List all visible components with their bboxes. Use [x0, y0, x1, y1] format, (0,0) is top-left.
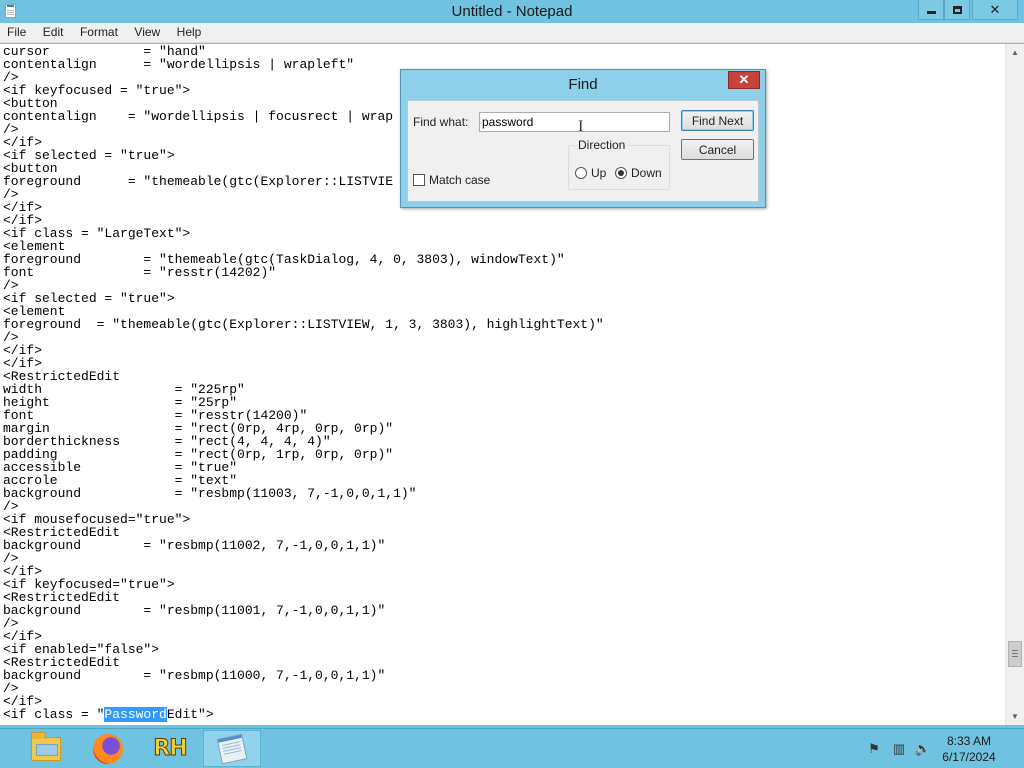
last-line-prefix: <if class = ": [3, 707, 105, 722]
taskbar-firefox[interactable]: [79, 730, 137, 767]
system-clock[interactable]: 8:33 AM 6/17/2024: [934, 733, 1004, 765]
find-dialog: Find ✕ Find what: Find Next Cancel Direc…: [400, 69, 766, 208]
taskbar: RH ⚑ ▥ 🔈 8:33 AM 6/17/2024: [0, 728, 1024, 768]
action-center-flag-icon[interactable]: ⚑: [864, 729, 884, 768]
rh-app-icon: RH: [153, 736, 188, 762]
maximize-button[interactable]: [944, 0, 970, 20]
close-icon: ✕: [989, 1, 1001, 17]
find-what-input[interactable]: [479, 112, 670, 132]
taskbar-rh-app[interactable]: RH: [141, 730, 199, 767]
find-dialog-body: Find what: Find Next Cancel Direction Up…: [407, 100, 759, 202]
text-cursor-icon: I: [578, 118, 584, 135]
menu-help[interactable]: Help: [177, 23, 202, 39]
selected-text: Password: [104, 707, 167, 722]
firefox-icon: [93, 733, 123, 764]
scroll-up-arrow-icon[interactable]: ▲: [1006, 44, 1024, 61]
vertical-scrollbar[interactable]: ▲ ▼: [1005, 44, 1024, 725]
clock-date: 6/17/2024: [942, 750, 996, 764]
taskbar-file-explorer[interactable]: [17, 730, 75, 767]
direction-down-radio[interactable]: [615, 167, 627, 179]
clock-time: 8:33 AM: [946, 734, 992, 748]
menu-edit[interactable]: Edit: [43, 23, 64, 39]
direction-up-radio[interactable]: [575, 167, 587, 179]
restore-icon: [952, 5, 962, 14]
menu-format[interactable]: Format: [80, 23, 118, 39]
find-dialog-title: Find: [568, 76, 598, 93]
match-case-label[interactable]: Match case: [429, 173, 490, 187]
taskbar-notepad[interactable]: [203, 730, 261, 767]
caption-buttons: ✕: [918, 0, 1018, 20]
direction-group: Direction Up Down: [568, 138, 670, 190]
window-title: Untitled - Notepad: [451, 3, 573, 20]
find-next-button[interactable]: Find Next: [681, 110, 754, 131]
direction-up-label[interactable]: Up: [591, 166, 606, 180]
direction-down-label[interactable]: Down: [631, 166, 662, 180]
scroll-down-arrow-icon[interactable]: ▼: [1006, 708, 1024, 725]
menu-file[interactable]: File: [7, 23, 26, 39]
find-close-button[interactable]: ✕: [728, 71, 760, 89]
find-what-label: Find what:: [413, 115, 469, 129]
minimize-button[interactable]: [918, 0, 944, 20]
file-explorer-icon: [31, 731, 61, 761]
menu-view[interactable]: View: [134, 23, 160, 39]
volume-muted-icon[interactable]: 🔈: [913, 729, 933, 768]
title-bar[interactable]: Untitled - Notepad ✕: [0, 0, 1024, 23]
scrollbar-thumb[interactable]: [1008, 641, 1022, 667]
last-line-suffix: Edit">: [166, 707, 214, 722]
match-case-checkbox[interactable]: [413, 174, 425, 186]
network-icon[interactable]: ▥: [889, 729, 909, 768]
cancel-button[interactable]: Cancel: [681, 139, 754, 160]
close-button[interactable]: ✕: [972, 0, 1018, 20]
minimize-icon: [926, 11, 936, 14]
menu-bar: File Edit Format View Help: [0, 23, 1024, 43]
notepad-icon: [216, 733, 248, 764]
direction-label: Direction: [575, 138, 629, 152]
